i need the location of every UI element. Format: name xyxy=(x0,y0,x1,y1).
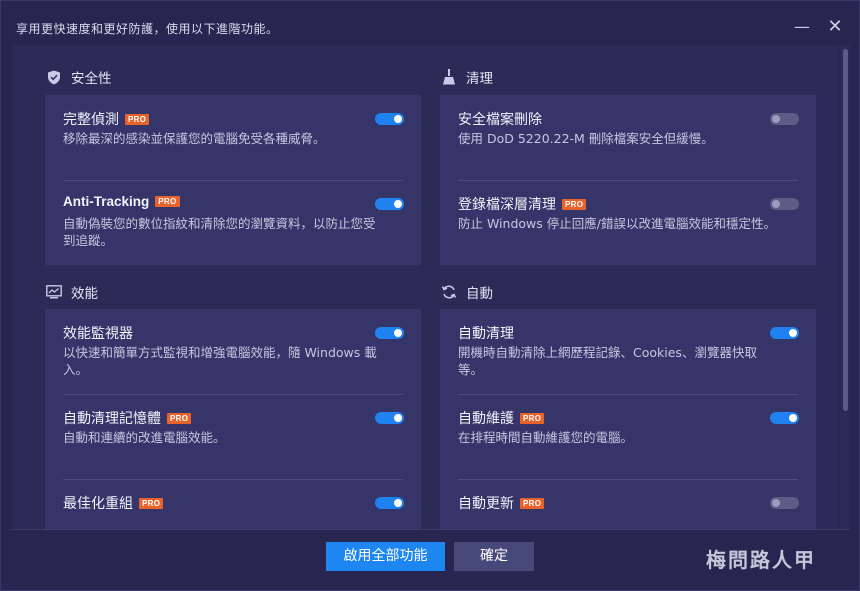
toggle-knob xyxy=(789,329,797,337)
toggle-auto-ram-clean[interactable] xyxy=(375,412,404,424)
feature-list[interactable]: 安全性 完整偵測 PRO 移除最深的感染並保護您的電腦免受各種威脅。 Anti-… xyxy=(12,45,839,529)
feature-title-row: Anti-Tracking PRO xyxy=(63,194,180,209)
toggle-knob xyxy=(394,115,402,123)
feature-description: 使用 DoD 5220.22-M 刪除檔案安全但緩慢。 xyxy=(458,131,714,146)
feature-item-secure-delete: 安全檔案刪除 使用 DoD 5220.22-M 刪除檔案安全但緩慢。 xyxy=(440,95,816,180)
feature-description: 自動和連續的改進電腦效能。 xyxy=(63,430,226,445)
advanced-features-dialog: 享用更快速度和更好防護，使用以下進階功能。 — ✕ 安全性 完整偵測 PRO 移… xyxy=(0,0,860,591)
close-button[interactable]: ✕ xyxy=(825,17,845,37)
section-label: 自動 xyxy=(466,286,493,302)
toggle-knob xyxy=(394,414,402,422)
toggle-registry-deep-clean[interactable] xyxy=(770,198,799,210)
feature-item-anti-tracking: Anti-Tracking PRO 自動偽裝您的數位指紋和清除您的瀏覽資料，以防… xyxy=(45,180,421,265)
minimize-button[interactable]: — xyxy=(792,17,812,37)
feature-title-row: 自動維護 PRO xyxy=(458,408,545,428)
pro-badge: PRO xyxy=(139,497,164,509)
card-cleanup: 安全檔案刪除 使用 DoD 5220.22-M 刪除檔案安全但緩慢。 登錄檔深層… xyxy=(440,95,816,265)
feature-title: 自動更新 xyxy=(458,496,514,512)
feature-title: 自動清理 xyxy=(458,326,514,342)
toggle-auto-maintenance[interactable] xyxy=(770,412,799,424)
feature-title-row: 完整偵測 PRO xyxy=(63,109,150,129)
feature-item-optimize-defrag: 最佳化重組 PRO xyxy=(45,479,421,529)
feature-title: 自動清理記憶體 xyxy=(63,411,161,427)
toggle-knob xyxy=(789,414,797,422)
pro-badge: PRO xyxy=(167,412,192,424)
broom-icon xyxy=(440,68,458,86)
monitor-icon xyxy=(45,283,63,301)
pro-badge: PRO xyxy=(125,113,150,125)
feature-title: 登錄檔深層清理 xyxy=(458,197,556,213)
feature-title-row: 安全檔案刪除 xyxy=(458,109,542,129)
feature-description: 自動偽裝您的數位指紋和清除您的瀏覽資料，以防止您受到追蹤。 xyxy=(63,216,376,248)
section-header-auto: 自動 xyxy=(440,282,493,302)
feature-title: 完整偵測 xyxy=(63,112,119,128)
dialog-title: 享用更快速度和更好防護，使用以下進階功能。 xyxy=(16,22,279,36)
toggle-anti-tracking[interactable] xyxy=(375,198,404,210)
card-performance: 效能監視器 以快速和簡單方式監視和增強電腦效能，隨 Windows 載入。 自動… xyxy=(45,309,421,529)
section-label: 效能 xyxy=(71,286,98,302)
feature-item-auto-clean: 自動清理 開機時自動清除上網歷程記錄、Cookies、瀏覽器快取等。 xyxy=(440,309,816,394)
toggle-optimize-defrag[interactable] xyxy=(375,497,404,509)
feature-item-auto-update: 自動更新 PRO xyxy=(440,479,816,529)
feature-item-full-scan: 完整偵測 PRO 移除最深的感染並保護您的電腦免受各種威脅。 xyxy=(45,95,421,180)
toggle-knob xyxy=(772,499,780,507)
feature-title-row: 自動清理記憶體 PRO xyxy=(63,408,192,428)
feature-title-row: 登錄檔深層清理 PRO xyxy=(458,194,587,214)
refresh-icon xyxy=(440,283,458,301)
toggle-knob xyxy=(394,200,402,208)
feature-item-auto-maintenance: 自動維護 PRO 在排程時間自動維護您的電腦。 xyxy=(440,394,816,479)
feature-description: 在排程時間自動維護您的電腦。 xyxy=(458,430,634,445)
feature-title: 自動維護 xyxy=(458,411,514,427)
toggle-knob xyxy=(772,115,780,123)
shield-icon xyxy=(45,68,63,86)
feature-title: Anti-Tracking xyxy=(63,194,150,209)
toggle-auto-clean[interactable] xyxy=(770,327,799,339)
section-label: 安全性 xyxy=(71,71,112,87)
feature-description: 開機時自動清除上網歷程記錄、Cookies、瀏覽器快取等。 xyxy=(458,345,757,377)
card-security: 完整偵測 PRO 移除最深的感染並保護您的電腦免受各種威脅。 Anti-Trac… xyxy=(45,95,421,265)
feature-item-auto-ram-clean: 自動清理記憶體 PRO 自動和連續的改進電腦效能。 xyxy=(45,394,421,479)
toggle-full-scan[interactable] xyxy=(375,113,404,125)
feature-title: 效能監視器 xyxy=(63,326,133,342)
section-label: 清理 xyxy=(466,71,493,87)
toggle-knob xyxy=(772,200,780,208)
enable-all-button[interactable]: 啟用全部功能 xyxy=(326,542,445,571)
feature-title: 安全檔案刪除 xyxy=(458,112,542,128)
feature-title-row: 效能監視器 xyxy=(63,323,133,343)
feature-description: 移除最深的感染並保護您的電腦免受各種威脅。 xyxy=(63,131,326,146)
feature-item-registry-deep-clean: 登錄檔深層清理 PRO 防止 Windows 停止回應/錯誤以改進電腦效能和穩定… xyxy=(440,180,816,265)
pro-badge: PRO xyxy=(155,196,180,207)
section-header-performance: 效能 xyxy=(45,282,98,302)
toggle-secure-delete[interactable] xyxy=(770,113,799,125)
feature-description: 防止 Windows 停止回應/錯誤以改進電腦效能和穩定性。 xyxy=(458,216,776,231)
toggle-knob xyxy=(394,329,402,337)
pro-badge: PRO xyxy=(562,198,587,210)
section-header-cleanup: 清理 xyxy=(440,67,493,87)
scroll-thumb[interactable] xyxy=(843,49,848,411)
watermark: 梅問路人甲 xyxy=(706,548,816,572)
feature-title: 最佳化重組 xyxy=(63,496,133,512)
confirm-button[interactable]: 確定 xyxy=(454,542,534,571)
pro-badge: PRO xyxy=(520,412,545,424)
feature-title-row: 自動清理 xyxy=(458,323,514,343)
section-header-security: 安全性 xyxy=(45,67,112,87)
pro-badge: PRO xyxy=(520,497,545,509)
toggle-knob xyxy=(394,499,402,507)
scrollbar[interactable] xyxy=(840,45,850,529)
feature-title-row: 最佳化重組 PRO xyxy=(63,493,164,513)
feature-item-performance-monitor: 效能監視器 以快速和簡單方式監視和增強電腦效能，隨 Windows 載入。 xyxy=(45,309,421,394)
feature-description: 以快速和簡單方式監視和增強電腦效能，隨 Windows 載入。 xyxy=(63,345,377,377)
card-auto: 自動清理 開機時自動清除上網歷程記錄、Cookies、瀏覽器快取等。 自動維護 … xyxy=(440,309,816,529)
feature-title-row: 自動更新 PRO xyxy=(458,493,545,513)
toggle-performance-monitor[interactable] xyxy=(375,327,404,339)
toggle-auto-update[interactable] xyxy=(770,497,799,509)
